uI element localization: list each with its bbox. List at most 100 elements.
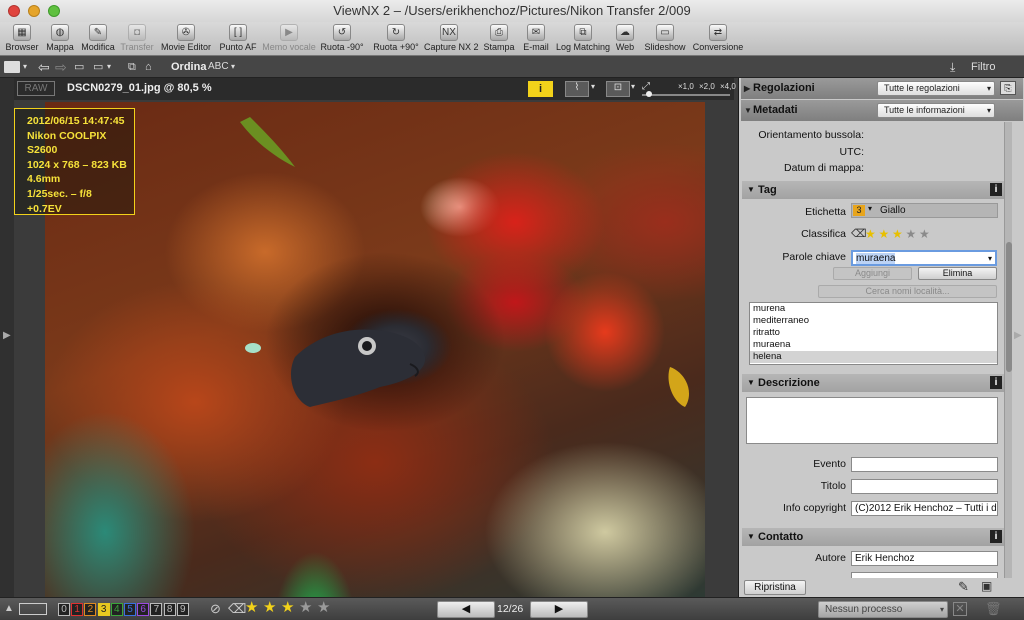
- collapse-tag-icon[interactable]: ▼: [747, 181, 755, 199]
- copyright-field[interactable]: (C)2012 Erik Henchoz – Tutti i dir: [851, 501, 998, 516]
- view-mode-icon[interactable]: [4, 61, 20, 73]
- keyword-list-item[interactable]: ritratto: [750, 327, 997, 339]
- section-metadati[interactable]: ▼ Metadati Tutte le informazioni ▾: [741, 100, 1023, 121]
- search-places-button[interactable]: Cerca nomi località...: [818, 285, 997, 298]
- fit-screen-icon[interactable]: ⊡: [606, 81, 630, 97]
- panel-scrollbar[interactable]: [1004, 122, 1012, 582]
- description-textarea[interactable]: [746, 397, 998, 444]
- star-filled-icon[interactable]: ★: [281, 600, 294, 615]
- color-label-5[interactable]: 5: [124, 603, 136, 616]
- left-pane-handle[interactable]: ▶: [0, 78, 14, 597]
- autore-field[interactable]: Erik Henchoz: [851, 551, 998, 566]
- zoom-2x-label[interactable]: ×2,0: [699, 82, 715, 91]
- collapse-contatto-icon[interactable]: ▼: [747, 528, 755, 546]
- zoom-slider-thumb[interactable]: [646, 91, 652, 97]
- toolbar-button-slideshow[interactable]: ▭ Slideshow: [643, 22, 687, 56]
- toolbar-button-play[interactable]: ▶ Memo vocale: [262, 22, 316, 56]
- apply-metadata-icon[interactable]: ✎: [958, 579, 969, 595]
- folder-dropdown-icon[interactable]: ▾: [107, 59, 111, 75]
- titolo-field[interactable]: [851, 479, 998, 494]
- toolbar-button-rotate-left[interactable]: ↺ Ruota -90°: [320, 22, 364, 56]
- filter-icon[interactable]: ⤓: [950, 59, 955, 75]
- thumbnail-layout-icon[interactable]: [19, 603, 47, 615]
- color-label-1[interactable]: 1: [71, 603, 84, 616]
- zoom-window-button[interactable]: [48, 5, 60, 17]
- section-contatto[interactable]: ▼ Contatto i: [742, 528, 1006, 546]
- keyword-list-item[interactable]: muraena: [750, 339, 997, 351]
- reject-trash-icon[interactable]: ⌫: [228, 601, 246, 617]
- toolbar-button-web[interactable]: ☁ Web: [614, 22, 636, 56]
- keyword-input[interactable]: muraena ▾: [851, 250, 997, 266]
- delete-keyword-button[interactable]: Elimina: [918, 267, 997, 280]
- save-metadata-icon[interactable]: ▣: [981, 579, 992, 593]
- prev-image-button[interactable]: ◀: [437, 601, 495, 618]
- color-label-9[interactable]: 9: [176, 603, 189, 616]
- histogram-icon[interactable]: ⌇: [565, 81, 589, 97]
- camera-folder-icon[interactable]: ⌂: [145, 59, 152, 75]
- zoom-slider-track[interactable]: [642, 94, 730, 96]
- close-window-button[interactable]: [8, 5, 20, 17]
- filter-button[interactable]: Filtro: [971, 59, 995, 75]
- minimize-window-button[interactable]: [28, 5, 40, 17]
- zoom-1x-label[interactable]: ×1,0: [678, 82, 694, 91]
- info-overlay-toggle[interactable]: i: [528, 81, 553, 97]
- star-filled-icon[interactable]: ★: [263, 600, 276, 615]
- histogram-dropdown-icon[interactable]: ▾: [591, 82, 595, 91]
- evento-field[interactable]: [851, 457, 998, 472]
- collapse-regolazioni-icon[interactable]: ▶: [744, 78, 750, 99]
- folder-icon[interactable]: ▭: [93, 59, 103, 75]
- ripristina-button[interactable]: Ripristina: [744, 580, 806, 595]
- photo-preview[interactable]: [45, 102, 705, 597]
- back-arrow-icon[interactable]: ⇦: [38, 59, 50, 75]
- filmstrip-toggle-icon[interactable]: ▲: [4, 603, 14, 614]
- info-icon[interactable]: i: [990, 183, 1002, 196]
- regolazioni-dropdown[interactable]: Tutte le regolazioni ▾: [877, 81, 995, 96]
- star-empty-icon[interactable]: ★: [919, 227, 930, 241]
- info-icon[interactable]: i: [990, 376, 1002, 389]
- keyword-list-item[interactable]: murena: [750, 303, 997, 315]
- folder-up-icon[interactable]: ▭: [74, 59, 84, 75]
- toolbar-button-af-point[interactable]: [ ] Punto AF: [218, 22, 258, 56]
- toolbar-button-printer[interactable]: ⎙ Stampa: [482, 22, 516, 56]
- color-label-3[interactable]: 3: [97, 603, 110, 616]
- section-descrizione[interactable]: ▼ Descrizione i: [742, 374, 1006, 392]
- star-filled-icon[interactable]: ★: [245, 600, 258, 615]
- keyword-dropdown-icon[interactable]: ▾: [988, 252, 992, 264]
- color-label-4[interactable]: 4: [110, 603, 123, 616]
- compare-icon[interactable]: ⧉: [128, 59, 136, 75]
- metadati-dropdown[interactable]: Tutte le informazioni ▾: [877, 103, 995, 118]
- etichetta-field[interactable]: 3 ▾ Giallo: [851, 203, 998, 218]
- color-label-2[interactable]: 2: [84, 603, 97, 616]
- copy-adjustments-icon[interactable]: ⎘: [1000, 81, 1016, 95]
- sort-dropdown-arrow-icon[interactable]: ▾: [231, 59, 235, 75]
- star-filled-icon[interactable]: ★: [892, 227, 903, 241]
- no-rating-icon[interactable]: ⊘: [210, 601, 221, 617]
- sort-dropdown[interactable]: ABC: [208, 59, 229, 75]
- view-mode-dropdown-icon[interactable]: ▾: [23, 59, 27, 75]
- panel-scrollbar-thumb[interactable]: [1006, 242, 1012, 372]
- fit-dropdown-icon[interactable]: ▾: [631, 82, 635, 91]
- toolbar-button-edit[interactable]: ✎ Modifica: [80, 22, 116, 56]
- collapse-metadati-icon[interactable]: ▼: [744, 100, 752, 121]
- section-regolazioni[interactable]: ▶ Regolazioni Tutte le regolazioni ▾ ⎘: [741, 78, 1023, 99]
- zoom-4x-label[interactable]: ×4,0: [720, 82, 736, 91]
- add-keyword-button[interactable]: Aggiungi: [833, 267, 912, 280]
- expand-right-icon[interactable]: ▶: [1014, 330, 1022, 341]
- section-tag[interactable]: ▼ Tag i: [742, 181, 1006, 199]
- toolbar-button-capture-nx[interactable]: NX Capture NX 2: [424, 22, 479, 56]
- color-label-0[interactable]: 0: [58, 603, 70, 616]
- forward-arrow-icon[interactable]: ⇨: [55, 59, 67, 75]
- expand-left-icon[interactable]: ▶: [3, 330, 11, 341]
- trash-icon[interactable]: 🗑: [985, 601, 1002, 617]
- toolbar-button-log-matching[interactable]: ⧉ Log Matching: [555, 22, 611, 56]
- cancel-process-icon[interactable]: ✕: [953, 602, 967, 616]
- color-label-6[interactable]: 6: [137, 603, 150, 616]
- toolbar-button-mail[interactable]: ✉ E-mail: [522, 22, 550, 56]
- keyword-list-item[interactable]: helena: [750, 351, 997, 363]
- toolbar-button-globe[interactable]: ◍ Mappa: [45, 22, 75, 56]
- star-empty-icon[interactable]: ★: [299, 600, 312, 615]
- toolbar-button-rotate-right[interactable]: ↻ Ruota +90°: [372, 22, 420, 56]
- color-label-7[interactable]: 7: [150, 603, 163, 616]
- keyword-list[interactable]: murena mediterraneo ritratto muraena helena: [749, 302, 998, 365]
- keyword-list-item[interactable]: mediterraneo: [750, 315, 997, 327]
